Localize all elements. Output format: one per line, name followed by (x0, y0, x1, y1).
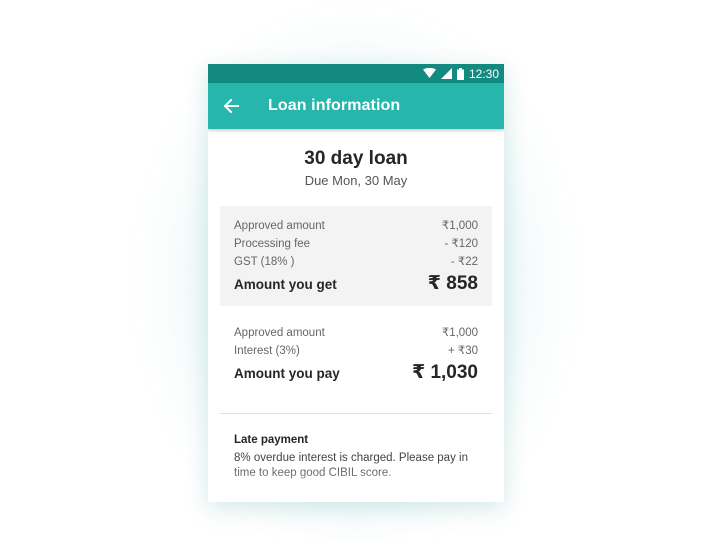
row-value: - ₹22 (450, 256, 478, 268)
app-bar: Loan information (208, 83, 504, 129)
wifi-icon (422, 68, 436, 79)
bottom-fade (208, 462, 504, 502)
loan-due-date: Due Mon, 30 May (304, 173, 408, 188)
loan-title: 30 day loan (304, 148, 408, 169)
row-label: Processing fee (234, 238, 311, 250)
loan-content: 30 day loan Due Mon, 30 May Approved amo… (208, 148, 504, 481)
row-label: Approved amount (234, 220, 325, 232)
status-time: 12:30 (468, 66, 499, 81)
amount-you-get-value: ₹ 858 (427, 273, 478, 294)
breakdown-row: Approved amount ₹1,000 (234, 217, 478, 235)
row-value: ₹1,000 (441, 327, 478, 339)
status-bar: 12:30 (208, 64, 504, 83)
amount-you-pay-value: ₹ 1,030 (411, 362, 478, 383)
row-value: - ₹120 (444, 238, 478, 250)
battery-icon (456, 67, 464, 80)
breakdown-row: GST (18% ) - ₹22 (234, 253, 478, 271)
amount-you-pay-label: Amount you pay (234, 366, 340, 381)
row-value: ₹1,000 (441, 220, 478, 232)
breakdown-row: Processing fee - ₹120 (234, 235, 478, 253)
row-label: Interest (3%) (234, 345, 300, 357)
receive-breakdown-card: Approved amount ₹1,000 Processing fee - … (220, 206, 492, 306)
amount-you-get-label: Amount you get (234, 277, 337, 292)
pay-breakdown-section: Approved amount ₹1,000 Interest (3%) + ₹… (220, 306, 492, 395)
phone-screen: 12:30 Loan information 30 day loan Due M… (208, 64, 504, 502)
back-arrow-icon[interactable] (208, 83, 254, 129)
breakdown-row: Interest (3%) + ₹30 (234, 342, 478, 360)
signal-icon (440, 68, 452, 79)
row-value: + ₹30 (447, 345, 478, 357)
amount-you-pay-row: Amount you pay ₹ 1,030 (234, 362, 478, 383)
row-label: GST (18% ) (234, 256, 295, 268)
late-payment-title: Late payment (234, 434, 309, 446)
app-bar-title: Loan information (268, 97, 401, 114)
breakdown-row: Approved amount ₹1,000 (234, 324, 478, 342)
amount-you-get-row: Amount you get ₹ 858 (234, 273, 478, 294)
row-label: Approved amount (234, 327, 325, 339)
